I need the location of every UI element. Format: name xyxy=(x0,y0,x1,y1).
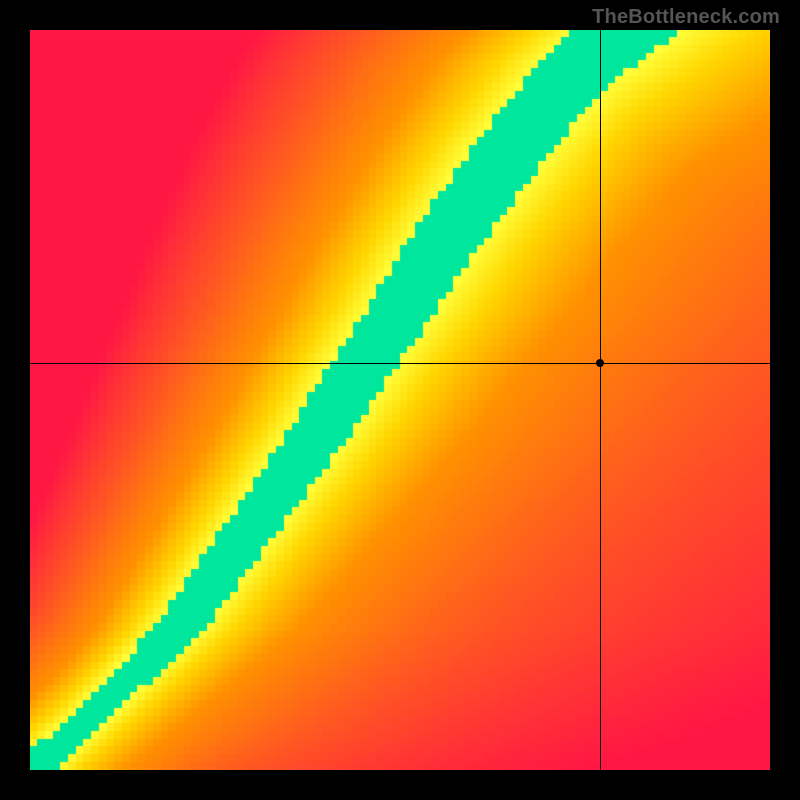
heatmap-plot xyxy=(30,30,770,770)
heatmap-canvas xyxy=(30,30,770,770)
selection-marker xyxy=(596,359,604,367)
crosshair-vertical xyxy=(600,30,601,770)
watermark-text: TheBottleneck.com xyxy=(592,6,780,29)
crosshair-horizontal xyxy=(30,363,770,364)
chart-stage: TheBottleneck.com xyxy=(0,0,800,800)
